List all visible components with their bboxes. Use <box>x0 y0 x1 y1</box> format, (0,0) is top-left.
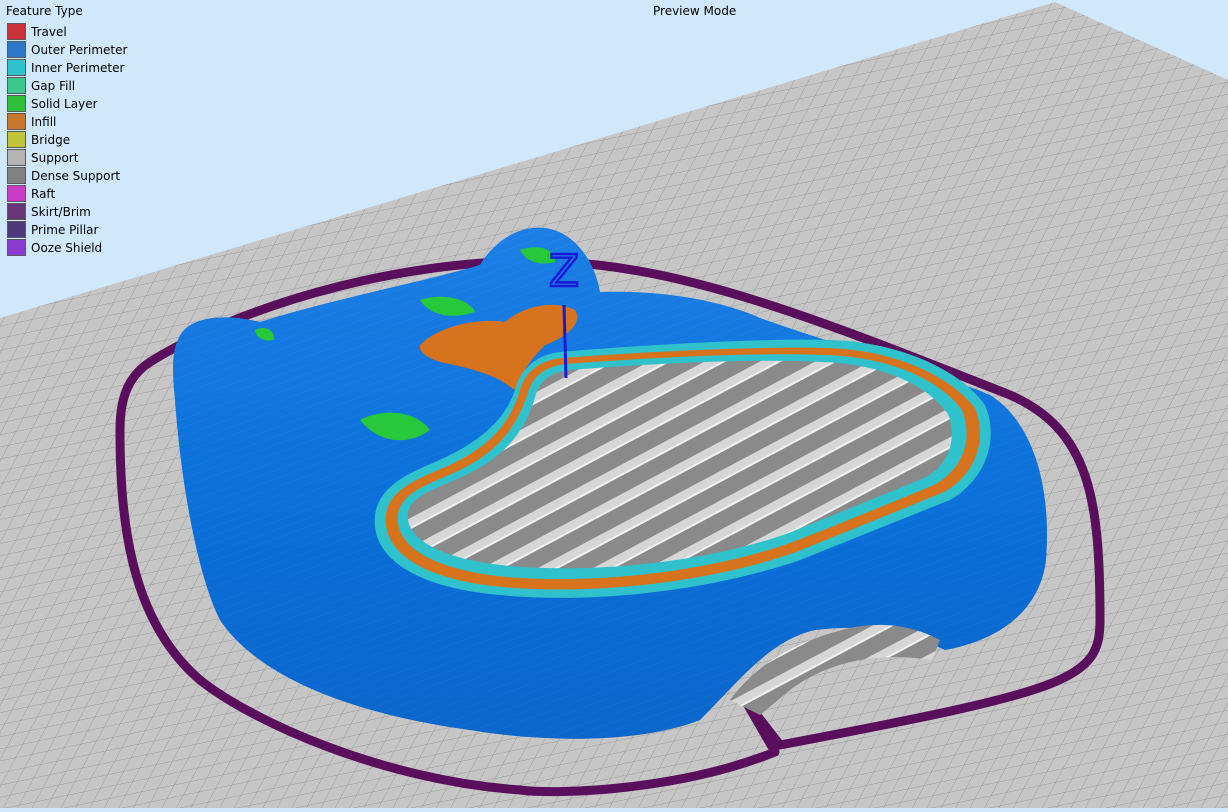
legend-label-ooze-shield: Ooze Shield <box>31 241 103 255</box>
legend-swatch-gap-fill <box>7 77 26 94</box>
legend-swatch-prime-pillar <box>7 221 26 238</box>
legend-swatch-dense-support <box>7 167 26 184</box>
legend-swatch-outer-perimeter <box>7 41 26 58</box>
legend-label-dense-support: Dense Support <box>31 169 121 183</box>
preview-mode-label: Preview Mode <box>653 4 737 18</box>
legend-swatch-skirt-brim <box>7 203 26 220</box>
legend-item-ooze-shield: Ooze Shield <box>7 239 137 257</box>
legend-label-bridge: Bridge <box>31 133 71 147</box>
legend-label-solid-layer: Solid Layer <box>31 97 98 111</box>
legend-item-raft: Raft <box>7 185 137 203</box>
print-preview-scene[interactable]: Z <box>0 0 1228 808</box>
legend-swatch-bridge <box>7 131 26 148</box>
3d-preview-viewport[interactable]: Z Feature Type Travel Outer Perimeter Inne… <box>0 0 1228 808</box>
legend-label-inner-perimeter: Inner Perimeter <box>31 61 125 75</box>
legend-swatch-raft <box>7 185 26 202</box>
legend-item-infill: Infill <box>7 113 137 131</box>
legend-item-skirt-brim: Skirt/Brim <box>7 203 137 221</box>
legend-item-prime-pillar: Prime Pillar <box>7 221 137 239</box>
legend-item-gap-fill: Gap Fill <box>7 77 137 95</box>
legend-label-prime-pillar: Prime Pillar <box>31 223 99 237</box>
z-axis-line <box>562 304 568 379</box>
legend-item-bridge: Bridge <box>7 131 137 149</box>
legend-item-inner-perimeter: Inner Perimeter <box>7 59 137 77</box>
legend-label-support: Support <box>31 151 79 165</box>
legend-item-outer-perimeter: Outer Perimeter <box>7 41 137 59</box>
legend-swatch-solid-layer <box>7 95 26 112</box>
legend-swatch-travel <box>7 23 26 40</box>
legend-item-solid-layer: Solid Layer <box>7 95 137 113</box>
legend-label-outer-perimeter: Outer Perimeter <box>31 43 128 57</box>
legend-label-raft: Raft <box>31 187 56 201</box>
legend-label-skirt-brim: Skirt/Brim <box>31 205 91 219</box>
legend-label-gap-fill: Gap Fill <box>31 79 76 93</box>
z-axis-label: Z <box>549 246 579 297</box>
legend-swatch-infill <box>7 113 26 130</box>
legend-label-infill: Infill <box>31 115 57 129</box>
legend-item-travel: Travel <box>7 23 137 41</box>
legend-item-dense-support: Dense Support <box>7 167 137 185</box>
legend-item-support: Support <box>7 149 137 167</box>
legend-swatch-inner-perimeter <box>7 59 26 76</box>
legend-label-travel: Travel <box>31 25 67 39</box>
legend-title: Feature Type <box>6 4 83 18</box>
legend-swatch-ooze-shield <box>7 239 26 256</box>
legend-swatch-support <box>7 149 26 166</box>
